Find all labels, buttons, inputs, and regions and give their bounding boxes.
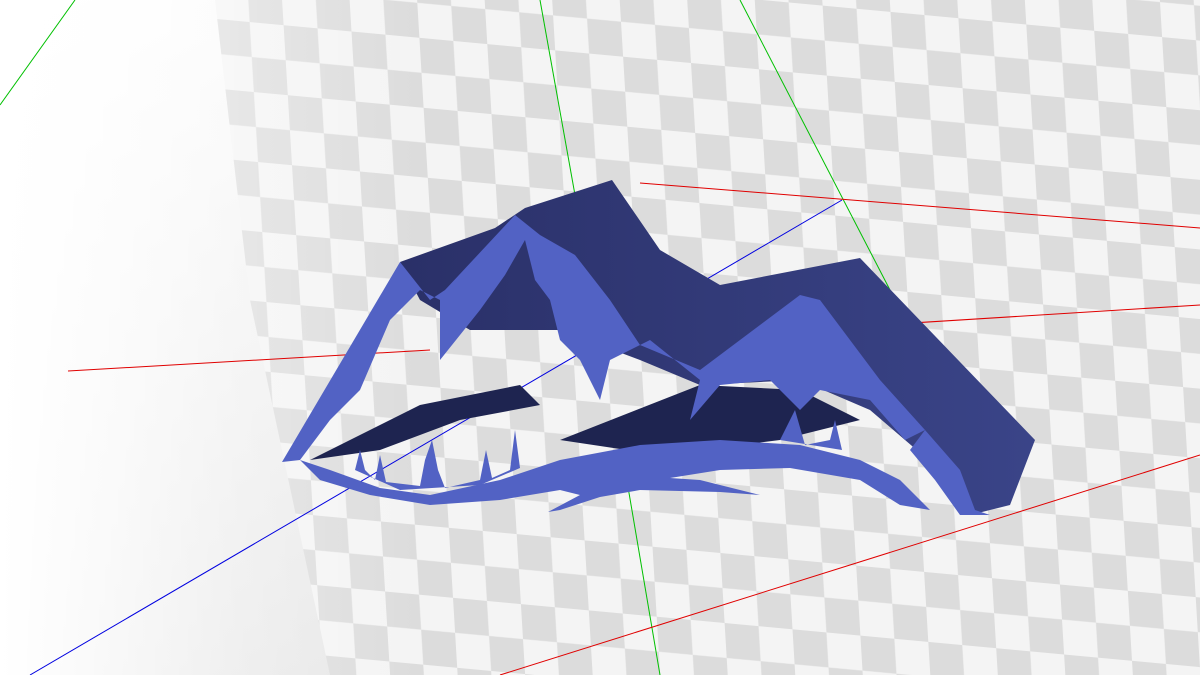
scene[interactable]	[0, 0, 1200, 675]
3d-viewport[interactable]	[0, 0, 1200, 675]
